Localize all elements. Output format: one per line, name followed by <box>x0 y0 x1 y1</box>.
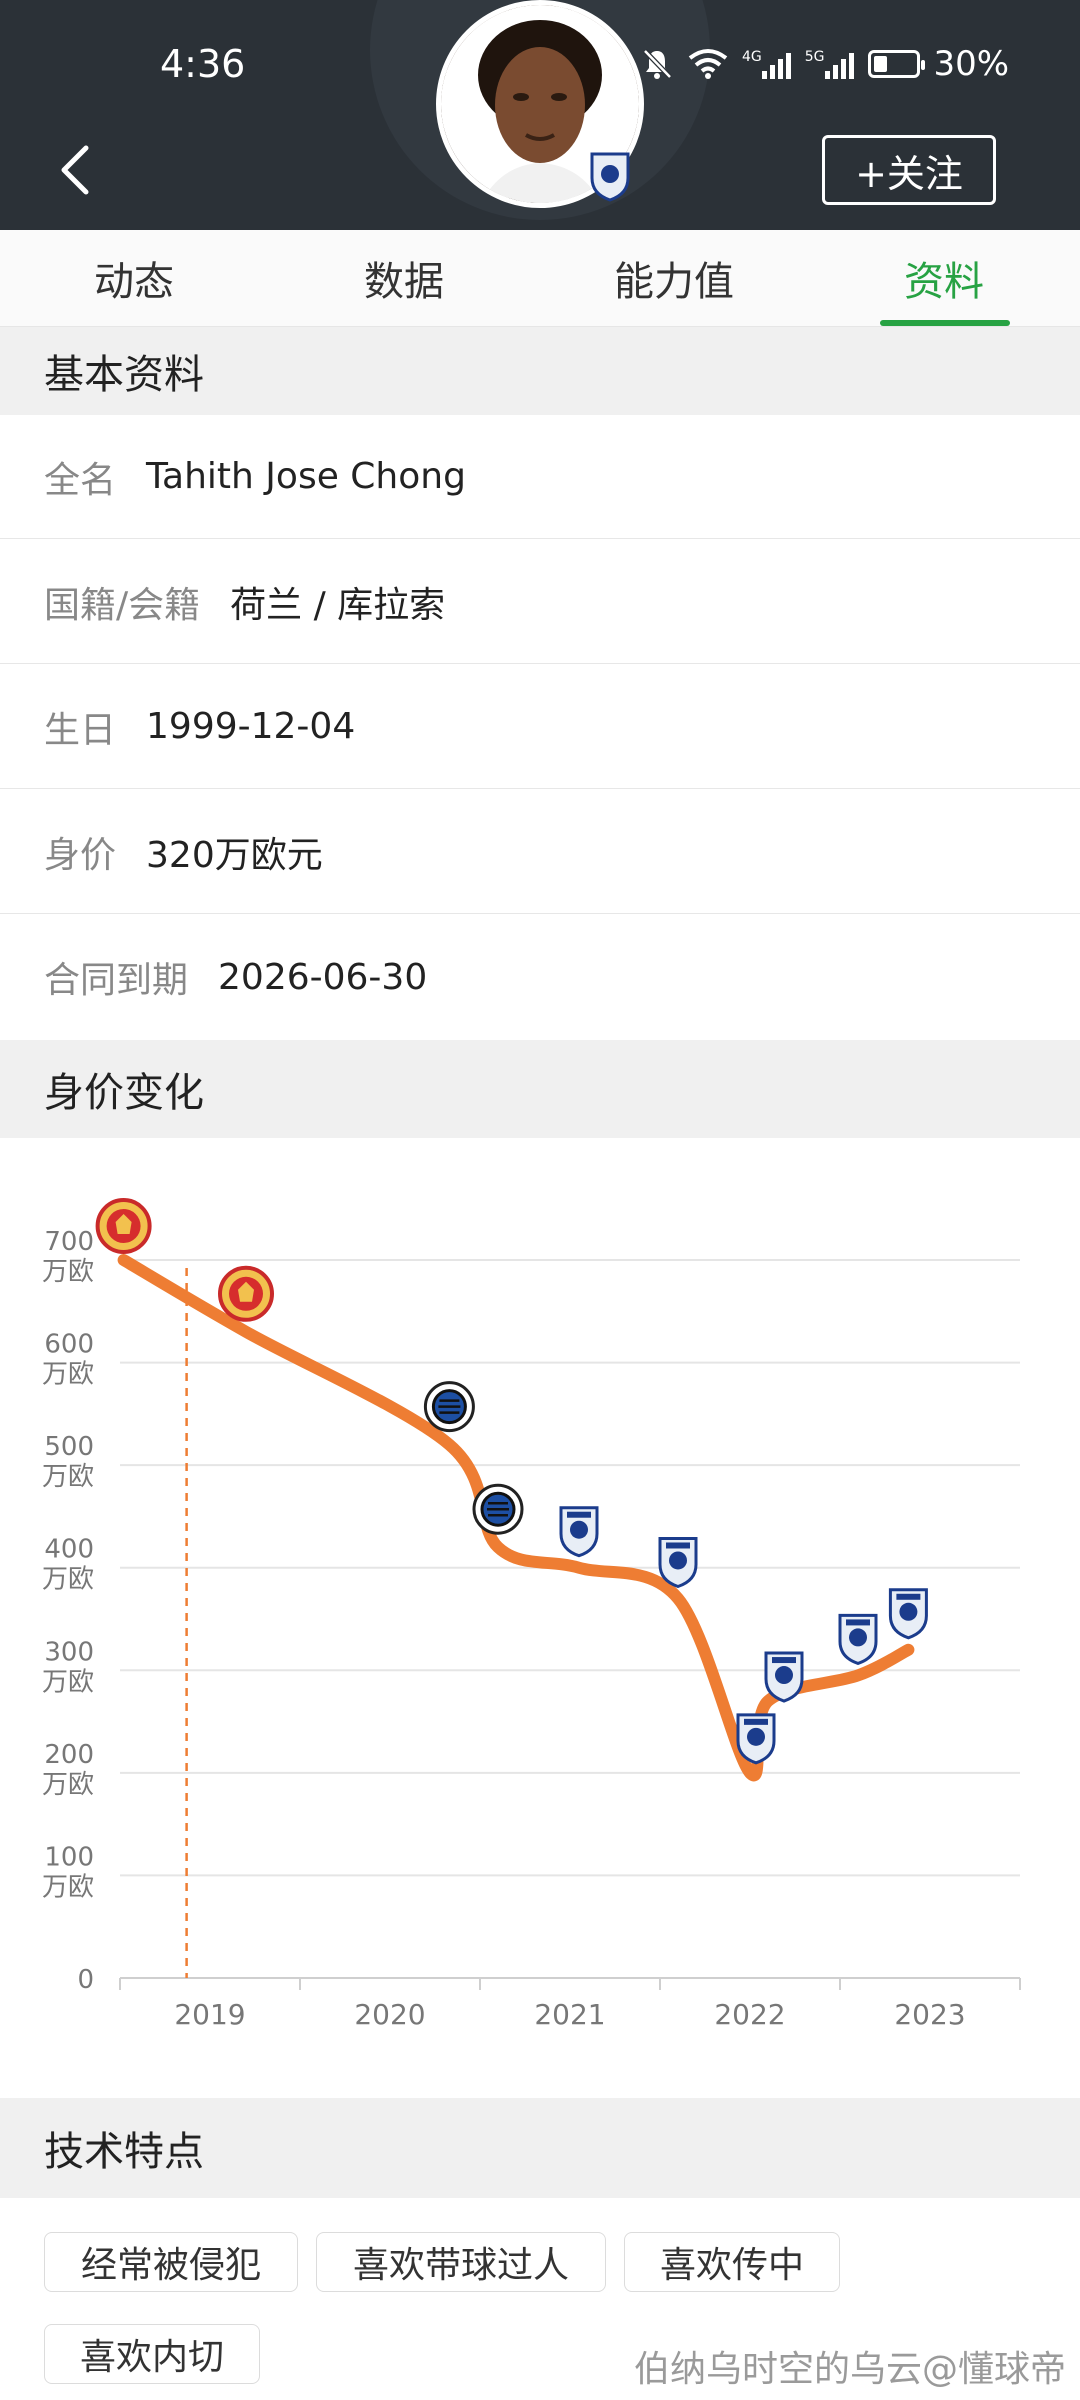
club-badge-man-utd-icon <box>218 1265 274 1322</box>
tech-tag: 喜欢内切 <box>44 2324 260 2384</box>
club-badge-birmingham-icon <box>764 1651 804 1703</box>
x-tick-label: 2022 <box>714 1998 785 2031</box>
y-tick-label: 400 <box>44 1535 94 1565</box>
x-tick-label: 2023 <box>894 1998 965 2031</box>
info-label: 全名 <box>44 459 117 501</box>
info-value: 320万欧元 <box>146 834 323 876</box>
birmingham-badge-icon <box>590 152 630 202</box>
y-tick-label: 0 <box>77 1965 94 1995</box>
mute-bell-icon <box>643 49 672 79</box>
battery-text: 30% <box>933 44 1010 84</box>
club-badge-club-brugge-icon <box>472 1483 524 1535</box>
tech-tag: 喜欢带球过人 <box>316 2232 606 2292</box>
info-value: Tahith Jose Chong <box>146 456 466 497</box>
info-label: 身价 <box>44 834 117 876</box>
status-icons: 4G 5G 30% <box>640 44 1009 84</box>
info-row-market-value: 身价 320万欧元 <box>0 790 1080 914</box>
market-value-chart: 0 100 万欧 200 万欧 300 万欧 400 万欧 500 万欧 600 万欧 700 万欧 2019… <box>0 1138 1080 2098</box>
wifi-icon <box>688 49 728 79</box>
x-tick-label: 2021 <box>534 1998 605 2031</box>
signal-4g-icon: 4G <box>742 49 791 79</box>
y-tick-label: 700 <box>44 1227 94 1257</box>
section-title-value-change: 身价变化 <box>0 1040 1080 1138</box>
club-badge-birmingham-icon <box>888 1588 928 1640</box>
signal-5g-icon: 5G <box>805 49 854 79</box>
club-badge-birmingham-icon <box>559 1506 599 1558</box>
club-badge-man-utd-icon <box>95 1198 152 1254</box>
tab-ability[interactable]: 能力值 <box>574 230 774 326</box>
status-time: 4:36 <box>160 42 246 86</box>
y-tick-unit: 万欧 <box>42 1565 94 1595</box>
tech-tag: 喜欢传中 <box>624 2232 840 2292</box>
watermark: 伯纳乌时空的乌云@懂球帝 <box>633 2349 1066 2390</box>
y-tick-unit: 万欧 <box>42 1257 94 1287</box>
section-title-tech: 技术特点 <box>0 2098 1080 2198</box>
section-title-basic-info: 基本资料 <box>0 327 1080 415</box>
club-badge-birmingham-icon <box>736 1713 776 1765</box>
y-tick-unit: 万欧 <box>42 1360 94 1390</box>
market-value-chart-svg: 0100万欧200万欧300万欧400万欧500万欧600万欧700万欧2019… <box>42 1198 1021 2031</box>
info-label: 合同到期 <box>44 960 189 1001</box>
y-tick-label: 200 <box>44 1740 94 1770</box>
tech-tag: 经常被侵犯 <box>44 2232 298 2292</box>
tab-profile[interactable]: 资料 <box>844 230 1044 326</box>
y-tick-label: 500 <box>44 1432 94 1462</box>
signal-5g-label: 5G <box>804 49 825 65</box>
follow-button[interactable]: +关注 <box>822 135 996 205</box>
tab-feed[interactable]: 动态 <box>34 230 234 326</box>
y-tick-label: 100 <box>44 1842 94 1872</box>
x-tick-label: 2019 <box>174 1998 245 2031</box>
signal-4g-label: 4G <box>742 49 762 65</box>
tab-bar: 动态 数据 能力值 资料 <box>0 230 1080 327</box>
info-label: 生日 <box>44 709 117 751</box>
info-value: 荷兰 / 库拉索 <box>230 584 446 626</box>
club-badge-birmingham-icon <box>658 1536 698 1589</box>
info-label: 国籍/会籍 <box>44 584 201 626</box>
info-row-nationality: 国籍/会籍 荷兰 / 库拉索 <box>0 540 1080 664</box>
y-tick-unit: 万欧 <box>42 1770 94 1800</box>
info-row-birthday: 生日 1999-12-04 <box>0 665 1080 789</box>
battery-icon <box>867 50 925 78</box>
club-badge-birmingham-icon <box>838 1613 878 1665</box>
y-tick-unit: 万欧 <box>42 1872 94 1902</box>
club-badge-club-brugge-icon <box>423 1381 475 1433</box>
player-header: 4:36 4G 5G 30% +关注 <box>0 0 1080 230</box>
y-tick-unit: 万欧 <box>42 1667 94 1697</box>
info-value: 1999-12-04 <box>146 706 356 747</box>
y-tick-label: 300 <box>44 1637 94 1667</box>
y-tick-unit: 万欧 <box>42 1462 94 1492</box>
active-tab-indicator <box>880 320 1010 326</box>
x-tick-label: 2020 <box>354 1998 425 2031</box>
info-row-fullname: 全名 Tahith Jose Chong <box>0 415 1080 539</box>
info-value: 2026-06-30 <box>218 956 428 998</box>
tab-stats[interactable]: 数据 <box>304 230 504 326</box>
y-tick-label: 600 <box>44 1330 94 1360</box>
back-arrow-icon[interactable] <box>50 140 100 200</box>
info-row-contract: 合同到期 2026-06-30 <box>0 915 1080 1039</box>
